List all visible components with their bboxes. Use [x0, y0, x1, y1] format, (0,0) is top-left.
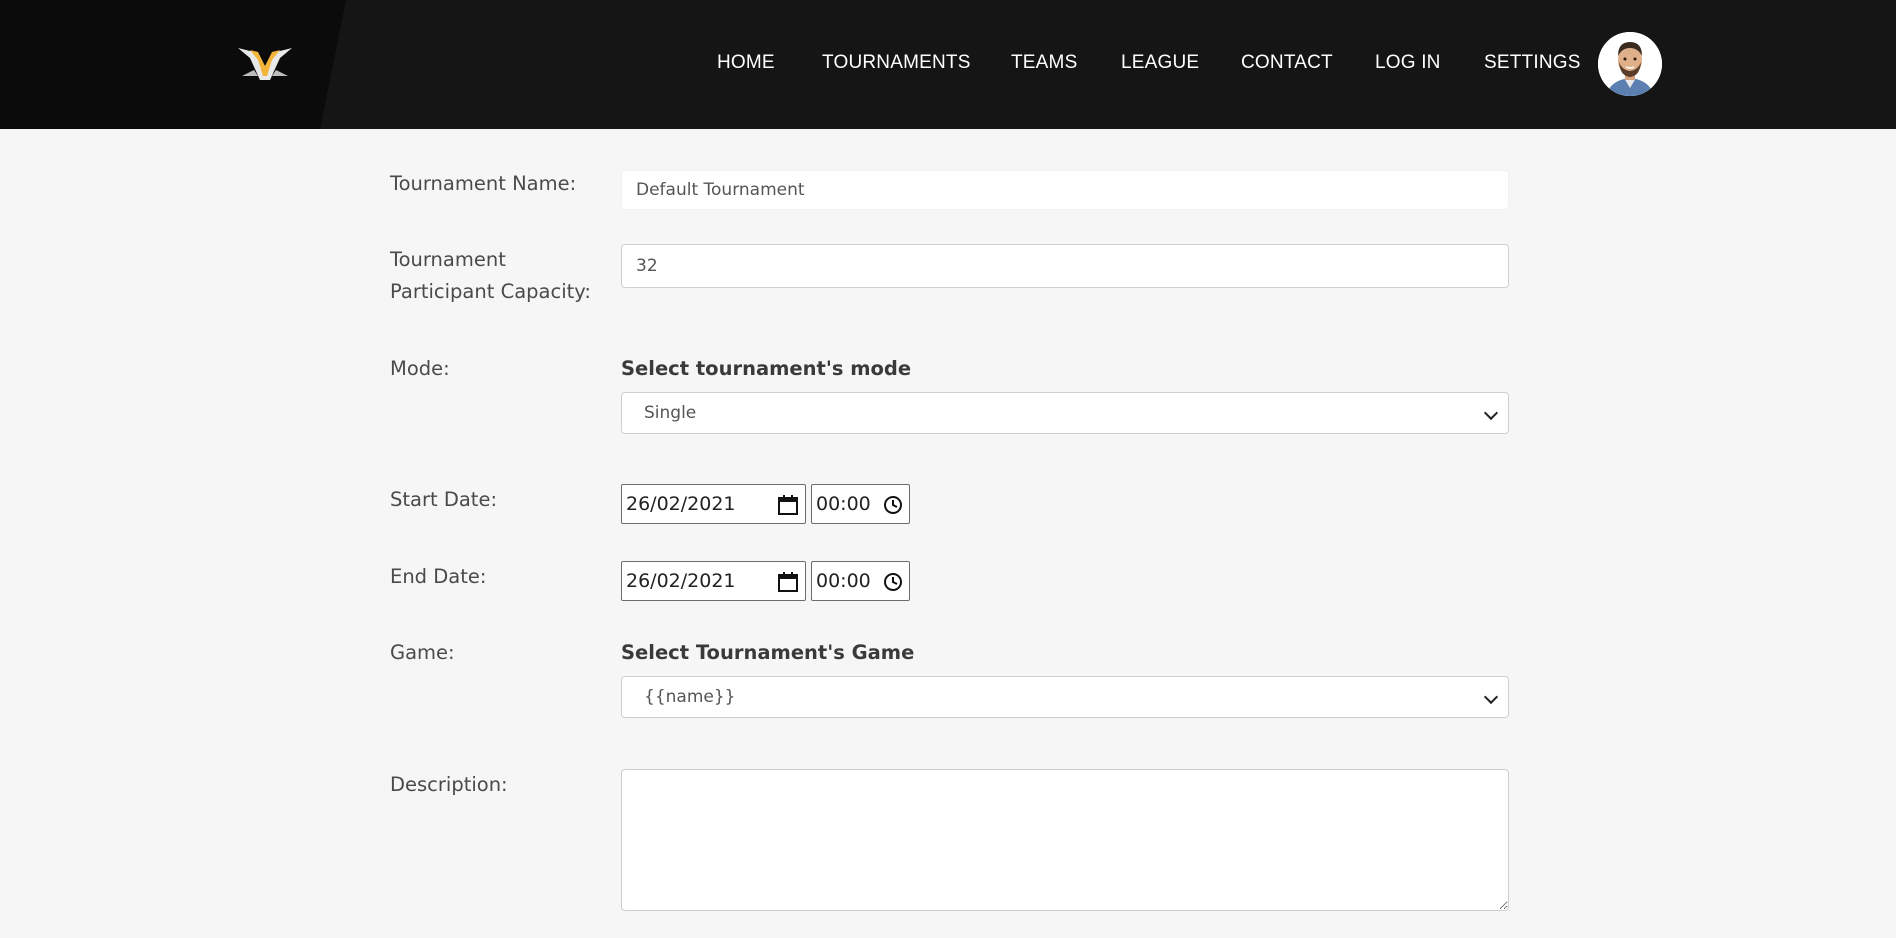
site-header: HOME TOURNAMENTS TEAMS LEAGUE CONTACT LO… [0, 0, 1896, 129]
start-time-value: 00:00 [816, 493, 871, 515]
end-date-input[interactable]: 26/02/2021 [621, 561, 806, 601]
nav-log-in[interactable]: LOG IN [1375, 52, 1441, 74]
tournament-name-label: Tournament Name: [390, 172, 577, 195]
start-date-input[interactable]: 26/02/2021 [621, 484, 806, 524]
start-date-label: Start Date: [390, 488, 498, 511]
end-time-input[interactable]: 00:00 [811, 561, 910, 601]
tournament-name-input[interactable]: Default Tournament [621, 170, 1509, 210]
chevron-down-icon [1483, 405, 1499, 421]
nav-tournaments[interactable]: TOURNAMENTS [822, 52, 971, 74]
clock-icon[interactable] [882, 494, 904, 516]
game-select[interactable]: {{name}} [621, 676, 1509, 718]
game-selected-value: {{name}} [644, 687, 736, 707]
capacity-label-line1: Tournament [390, 248, 506, 271]
end-date-value: 26/02/2021 [626, 570, 736, 592]
user-avatar[interactable] [1598, 32, 1662, 96]
calendar-icon[interactable] [777, 494, 799, 516]
nav-teams[interactable]: TEAMS [1011, 52, 1077, 74]
calendar-icon[interactable] [777, 571, 799, 593]
mode-title: Select tournament's mode [621, 357, 912, 380]
brand-panel [0, 0, 346, 129]
winged-v-logo-icon[interactable] [236, 40, 294, 84]
description-textarea[interactable] [621, 769, 1509, 911]
mode-select[interactable]: Single [621, 392, 1509, 434]
clock-icon[interactable] [882, 571, 904, 593]
start-time-input[interactable]: 00:00 [811, 484, 910, 524]
nav-contact[interactable]: CONTACT [1241, 52, 1333, 74]
start-date-value: 26/02/2021 [626, 493, 736, 515]
capacity-label-line2: Participant Capacity: [390, 280, 591, 303]
description-label: Description: [390, 773, 508, 796]
end-date-label: End Date: [390, 565, 487, 588]
end-time-value: 00:00 [816, 570, 871, 592]
nav-league[interactable]: LEAGUE [1121, 52, 1199, 74]
capacity-input[interactable]: 32 [621, 244, 1509, 288]
mode-selected-value: Single [644, 403, 697, 423]
nav-home[interactable]: HOME [717, 52, 775, 74]
game-title: Select Tournament's Game [621, 641, 915, 664]
game-label: Game: [390, 641, 455, 664]
nav-settings[interactable]: SETTINGS [1484, 52, 1581, 74]
mode-label: Mode: [390, 357, 450, 380]
chevron-down-icon [1483, 689, 1499, 705]
